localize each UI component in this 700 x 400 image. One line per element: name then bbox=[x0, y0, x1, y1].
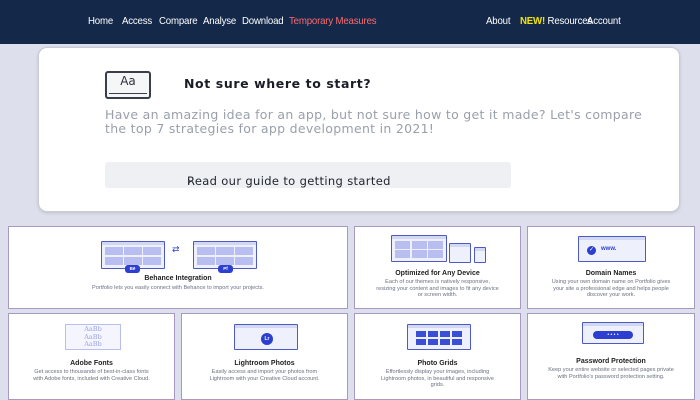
feature-description: Get access to thousands of best-in-class… bbox=[33, 369, 150, 382]
getting-started-guide-label: Read our guide to getting started bbox=[187, 174, 391, 188]
nav-compare[interactable]: Compare bbox=[159, 15, 198, 27]
feature-card-grids[interactable]: Photo Grids Effortlessly display your im… bbox=[354, 313, 521, 400]
feature-card-password[interactable]: • • • • Password Protection Keep your en… bbox=[527, 313, 695, 400]
password-window-icon: • • • • bbox=[582, 322, 644, 344]
nav-resources-label: Resources bbox=[547, 15, 593, 27]
check-icon: ✓ bbox=[587, 246, 596, 255]
browser-window-icon: ✓ www. bbox=[578, 236, 646, 262]
password-field-icon: • • • • bbox=[593, 331, 633, 339]
portfolio-logo-icon: Pf bbox=[218, 265, 233, 273]
desktop-icon bbox=[391, 235, 447, 262]
devices-illustration bbox=[391, 235, 487, 265]
feature-card-lightroom[interactable]: Lr Lightroom Photos Easily access and im… bbox=[181, 313, 348, 400]
phone-icon bbox=[474, 247, 486, 263]
feature-description: Keep your entire website or selected pag… bbox=[548, 367, 674, 380]
feature-title: Password Protection bbox=[576, 358, 646, 365]
lightroom-window-icon: Lr bbox=[234, 324, 298, 350]
feature-card-device[interactable]: Optimized for Any Device Each of our the… bbox=[354, 226, 521, 309]
guide-card: Aa Not sure where to start? Have an amaz… bbox=[38, 47, 680, 212]
tablet-icon bbox=[449, 243, 471, 263]
lightroom-logo-icon: Lr bbox=[261, 333, 273, 345]
feature-description: Using your own domain name on Portfolio … bbox=[551, 279, 671, 299]
feature-title: Photo Grids bbox=[417, 360, 458, 367]
nav-home[interactable]: Home bbox=[88, 15, 113, 27]
nav-resources[interactable]: NEW! Resources bbox=[520, 15, 592, 27]
feature-title: Domain Names bbox=[585, 270, 637, 277]
guide-card-body: Have an amazing idea for an app, but not… bbox=[105, 107, 643, 136]
feature-description: Easily access and import your photos fro… bbox=[209, 369, 320, 382]
feature-title: Behance Integration bbox=[144, 275, 212, 282]
nav-analyse[interactable]: Analyse bbox=[203, 15, 236, 27]
nav-access[interactable]: Access bbox=[122, 15, 152, 27]
domain-url-text: www. bbox=[601, 246, 617, 252]
chevron-right-icon: › bbox=[187, 174, 192, 188]
feature-description: Effortlessly display your images, includ… bbox=[381, 369, 494, 389]
guide-card-title: Not sure where to start? bbox=[184, 76, 372, 91]
new-badge: NEW! bbox=[520, 15, 546, 27]
top-nav: Home Access Compare Analyse Download Tem… bbox=[0, 0, 700, 44]
feature-card-behance[interactable]: Bē ⇄ Pf Behance Integration Portfolio le… bbox=[8, 226, 348, 309]
nav-about[interactable]: About bbox=[486, 15, 511, 27]
nav-account[interactable]: Account bbox=[587, 15, 621, 27]
getting-started-guide-button[interactable]: Read our guide to getting started › bbox=[105, 162, 511, 188]
feature-description: Portfolio lets you easily connect with B… bbox=[92, 285, 264, 291]
nav-download[interactable]: Download bbox=[242, 15, 284, 27]
font-samples-illustration: AaBb AaBb AaBb bbox=[65, 324, 121, 350]
feature-description: Each of our themes is natively responsiv… bbox=[376, 279, 499, 299]
typography-icon: Aa bbox=[105, 71, 151, 99]
feature-title: Lightroom Photos bbox=[234, 360, 295, 367]
photo-grid-icon bbox=[407, 324, 471, 350]
feature-title: Optimized for Any Device bbox=[395, 270, 480, 277]
behance-logo-icon: Bē bbox=[125, 265, 140, 273]
sync-arrows-icon: ⇄ bbox=[172, 245, 180, 255]
feature-title: Adobe Fonts bbox=[70, 360, 113, 367]
feature-card-domain[interactable]: ✓ www. Domain Names Using your own domai… bbox=[527, 226, 695, 309]
nav-temporary-measures[interactable]: Temporary Measures bbox=[289, 15, 377, 27]
feature-card-fonts[interactable]: AaBb AaBb AaBb Adobe Fonts Get access to t… bbox=[8, 313, 175, 400]
